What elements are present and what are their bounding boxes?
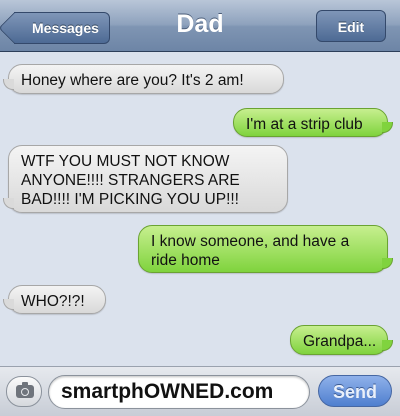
message-bubble-outgoing: I'm at a strip club xyxy=(233,108,393,137)
message-thread: Honey where are you? It's 2 am! I'm at a… xyxy=(0,52,400,366)
edit-button[interactable]: Edit xyxy=(316,10,386,42)
message-bubble-incoming: WTF YOU MUST NOT KNOW ANYONE!!!! STRANGE… xyxy=(3,145,288,213)
camera-icon xyxy=(16,382,34,398)
camera-button[interactable] xyxy=(6,376,42,407)
navigation-bar: Messages Dad Edit xyxy=(0,0,400,52)
message-bubble-outgoing: I know someone, and have a ride home xyxy=(138,225,393,273)
message-bubble-incoming: WHO?!?! xyxy=(3,285,106,314)
message-input[interactable]: smartphOWNED.com xyxy=(48,375,310,409)
message-bubble-incoming: Honey where are you? It's 2 am! xyxy=(3,64,284,94)
send-button[interactable]: Send xyxy=(318,375,392,407)
message-bubble-outgoing: Grandpa... xyxy=(290,325,393,355)
message-composer: smartphOWNED.com Send xyxy=(0,366,400,416)
